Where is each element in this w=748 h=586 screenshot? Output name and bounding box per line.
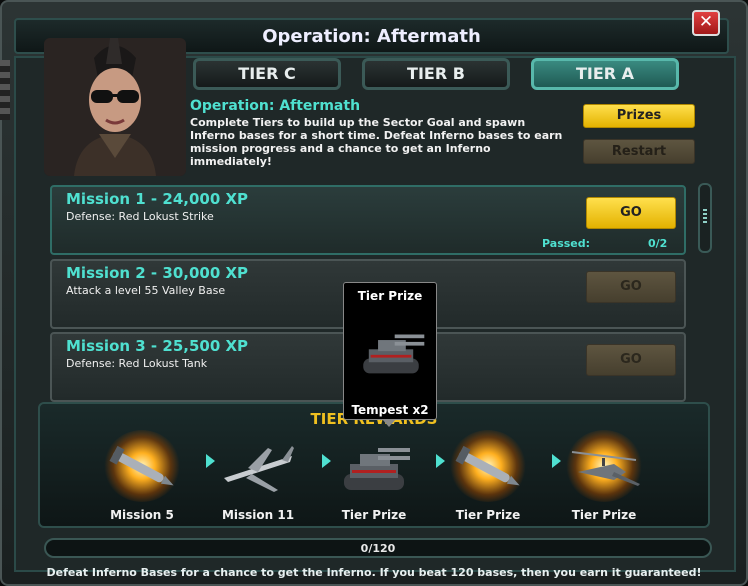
- reward-label: Tier Prize: [341, 508, 407, 522]
- tank-icon: [344, 448, 410, 490]
- missile-icon: [109, 445, 174, 486]
- frame-studs: [0, 60, 10, 120]
- tooltip-header: Tier Prize: [357, 289, 423, 303]
- mission-row-1: Mission 1 - 24,000 XP Defense: Red Lokus…: [50, 185, 686, 255]
- prizes-button[interactable]: Prizes: [583, 104, 695, 128]
- mission-subtitle: Defense: Red Lokust Strike: [66, 210, 214, 223]
- reward-item-5[interactable]: Tier Prize: [554, 426, 654, 526]
- go-button-disabled[interactable]: GO: [586, 271, 676, 303]
- progress-bar: 0/120: [44, 538, 712, 558]
- mission-subtitle: Attack a level 55 Valley Base: [66, 284, 226, 297]
- jet-icon: [224, 446, 294, 492]
- go-button-disabled[interactable]: GO: [586, 344, 676, 376]
- close-icon: ✕: [698, 12, 714, 32]
- reward-item-4[interactable]: Tier Prize: [438, 426, 538, 526]
- reward-label: Tier Prize: [455, 508, 521, 522]
- footer-hint: Defeat Inferno Bases for a chance to get…: [46, 566, 702, 579]
- close-button[interactable]: ✕: [692, 10, 720, 36]
- operation-title: Operation: Aftermath: [190, 98, 361, 114]
- tier-rewards-panel: TIER REWARDS Mission 5 Mission 11 Tier P…: [38, 402, 710, 528]
- reward-label: Mission 5: [110, 508, 174, 522]
- helicopter-icon: [571, 451, 640, 486]
- mission-title: Mission 3 - 25,500 XP: [66, 337, 249, 355]
- reward-label: Tier Prize: [571, 508, 637, 522]
- reward-item-3[interactable]: Tier Prize: [324, 426, 424, 526]
- tab-tier-a[interactable]: TIER A: [531, 58, 679, 90]
- chevron-right-icon: [206, 454, 215, 468]
- passed-value: 0/2: [648, 237, 668, 250]
- tier-prize-tooltip: Tier Prize Tempest x2: [343, 282, 437, 420]
- chevron-right-icon: [322, 454, 331, 468]
- reward-item-2[interactable]: Mission 11: [208, 426, 308, 526]
- restart-button[interactable]: Restart: [583, 139, 695, 164]
- passed-label: Passed:: [542, 237, 591, 250]
- mission-subtitle: Defense: Red Lokust Tank: [66, 357, 208, 370]
- tooltip-footer: Tempest x2: [351, 403, 429, 417]
- operation-description: Complete Tiers to build up the Sector Go…: [190, 116, 563, 168]
- tab-tier-c[interactable]: TIER C: [193, 58, 341, 90]
- reward-item-1[interactable]: Mission 5: [92, 426, 192, 526]
- go-button[interactable]: GO: [586, 197, 676, 229]
- reward-label: Mission 11: [221, 508, 295, 522]
- mission-list-scrollbar[interactable]: [698, 183, 712, 253]
- mission-title: Mission 2 - 30,000 XP: [66, 264, 249, 282]
- mission-title: Mission 1 - 24,000 XP: [66, 190, 249, 208]
- chevron-right-icon: [552, 454, 561, 468]
- tab-tier-b[interactable]: TIER B: [362, 58, 510, 90]
- commander-portrait: [44, 38, 186, 176]
- chevron-right-icon: [436, 454, 445, 468]
- tooltip-pointer: [382, 419, 396, 427]
- missile-icon: [455, 445, 520, 486]
- progress-text: 0/120: [360, 542, 396, 555]
- tank-icon: [363, 334, 425, 374]
